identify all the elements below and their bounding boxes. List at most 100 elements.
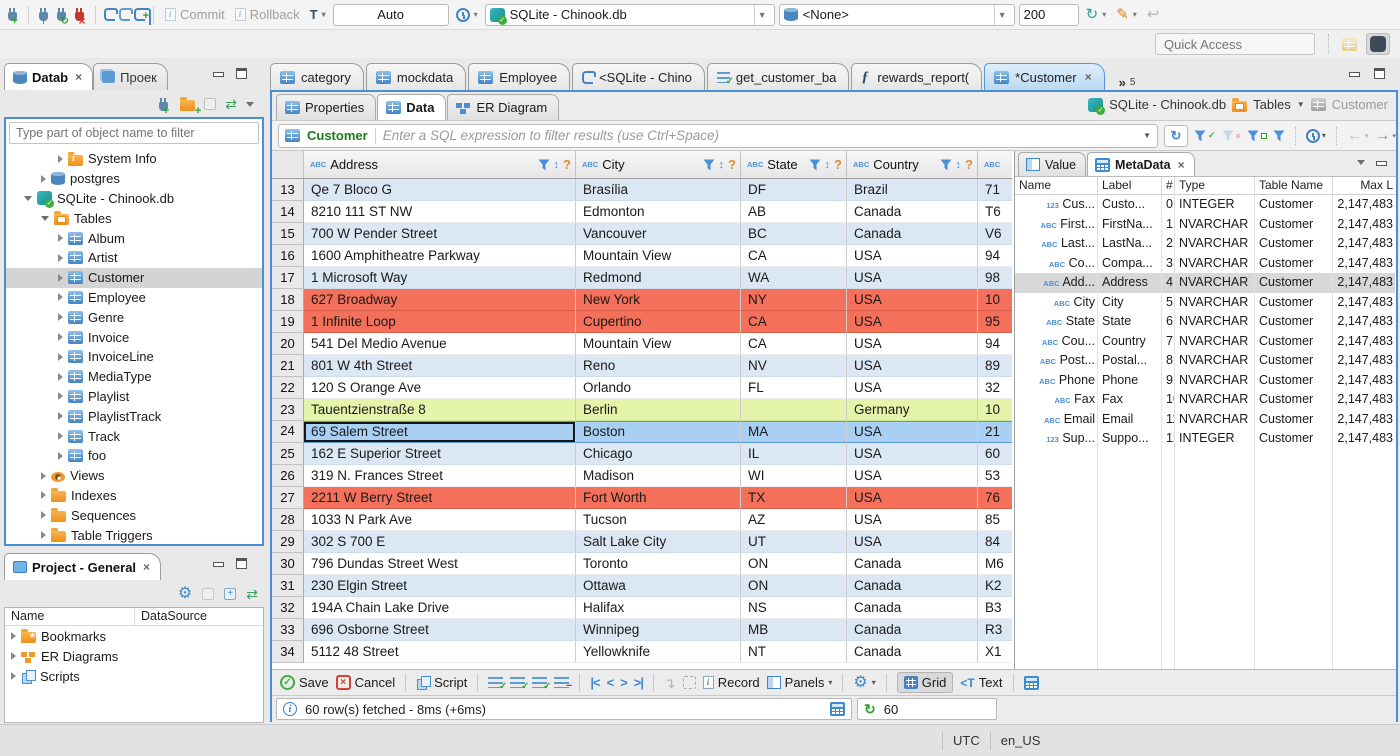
maximize-icon[interactable] <box>235 558 248 569</box>
custom-filter-icon[interactable] <box>1273 130 1285 142</box>
filter-help-icon[interactable]: ? <box>834 157 842 172</box>
expand-arrow-icon[interactable] <box>11 632 16 640</box>
tree-item-album[interactable]: Album <box>6 228 262 248</box>
tree-item-sequences[interactable]: Sequences <box>6 505 262 525</box>
expand-arrow-icon[interactable] <box>41 531 46 540</box>
cell-city[interactable]: Madison <box>576 465 741 487</box>
cell-country[interactable]: USA <box>847 267 978 289</box>
cell-address[interactable]: 2211 W Berry Street <box>304 487 576 509</box>
link-with-editor-icon[interactable]: ⇄ <box>246 587 258 601</box>
cell-state[interactable]: WA <box>741 267 847 289</box>
fetch-next-icon[interactable]: → ▾ <box>1374 127 1396 144</box>
expand-arrow-icon[interactable] <box>41 491 46 500</box>
cell-city[interactable]: Winnipeg <box>576 619 741 641</box>
new-sql-editor-icon[interactable] <box>134 8 151 25</box>
cell-country[interactable]: Canada <box>847 575 978 597</box>
sort-icon[interactable]: ↕ <box>825 159 831 171</box>
chevron-down-icon[interactable]: ▼ <box>1297 100 1305 109</box>
sql-editor-icon[interactable] <box>104 8 118 21</box>
cell-state[interactable]: ON <box>741 575 847 597</box>
tree-item-track[interactable]: Track <box>6 426 262 446</box>
tab-data[interactable]: Data <box>377 94 447 120</box>
cell-address[interactable]: 1 Infinite Loop <box>304 311 576 333</box>
tab-overflow[interactable]: » 5 <box>1119 75 1136 90</box>
perspective-main-icon[interactable] <box>1366 33 1390 55</box>
breadcrumb-connection[interactable]: SQLite - Chinook.db <box>1109 97 1226 112</box>
tree-item-views[interactable]: Views <box>6 466 262 486</box>
transaction-log-button[interactable]: T ▾ <box>307 5 329 24</box>
delete-row-icon[interactable]: − <box>554 677 572 692</box>
tree-item-employee[interactable]: Employee <box>6 288 262 308</box>
cell-address[interactable]: 194A Chain Lake Drive <box>304 597 576 619</box>
cell-address[interactable]: 1 Microsoft Way <box>304 267 576 289</box>
cell-country[interactable]: USA <box>847 377 978 399</box>
filter-funnel-icon[interactable] <box>538 159 550 171</box>
disconnect-icon[interactable] <box>75 8 90 28</box>
tree-item-indexes[interactable]: Indexes <box>6 486 262 506</box>
cell-country[interactable]: Canada <box>847 619 978 641</box>
tree-item-tables[interactable]: Tables <box>6 208 262 228</box>
cell-state[interactable]: NS <box>741 597 847 619</box>
cell-state[interactable]: CA <box>741 311 847 333</box>
cell-country[interactable]: Canada <box>847 201 978 223</box>
cell-country[interactable]: USA <box>847 487 978 509</box>
cell-country[interactable]: USA <box>847 355 978 377</box>
column-name[interactable]: Name <box>5 608 135 625</box>
perspective-editor-icon[interactable] <box>1337 33 1361 55</box>
cell-city[interactable]: Brasília <box>576 179 741 201</box>
cell-postalcode[interactable]: R3 <box>978 619 1012 641</box>
tree-item-table-triggers[interactable]: Table Triggers <box>6 525 262 544</box>
remove-filter-icon[interactable]: × <box>1222 130 1241 142</box>
meta-column--[interactable]: # <box>1162 177 1175 194</box>
cell-city[interactable]: Mountain View <box>576 333 741 355</box>
meta-row[interactable]: ABC First... FirstNa... 1 NVARCHAR Customer 2… <box>1015 214 1396 234</box>
cell-state[interactable]: AB <box>741 201 847 223</box>
cell-state[interactable]: DF <box>741 179 847 201</box>
editor-tab--sqlite-chino[interactable]: <SQLite - Chino <box>572 63 705 90</box>
cell-address[interactable]: 801 W 4th Street <box>304 355 576 377</box>
cell-state[interactable]: FL <box>741 377 847 399</box>
column-header-state[interactable]: ABC State ↕? <box>741 151 847 178</box>
gear-icon[interactable]: ⚙ <box>178 586 192 602</box>
filter-funnel-icon[interactable] <box>809 159 821 171</box>
view-menu-icon[interactable] <box>246 101 254 107</box>
cell-city[interactable]: Edmonton <box>576 201 741 223</box>
cell-state[interactable]: UT <box>741 531 847 553</box>
cell-postalcode[interactable]: K2 <box>978 575 1012 597</box>
tree-item-genre[interactable]: Genre <box>6 307 262 327</box>
breadcrumb-entity[interactable]: Customer <box>1332 97 1388 112</box>
cell-country[interactable]: USA <box>847 333 978 355</box>
cell-postalcode[interactable]: 94 <box>978 245 1012 267</box>
expand-arrow-icon[interactable] <box>58 253 63 262</box>
cell-address[interactable]: 5112 48 Street <box>304 641 576 663</box>
cell-postalcode[interactable]: 98 <box>978 267 1012 289</box>
cell-postalcode[interactable]: 89 <box>978 355 1012 377</box>
cell-postalcode[interactable]: 71 <box>978 179 1012 201</box>
cell-postalcode[interactable]: 32 <box>978 377 1012 399</box>
minimize-icon[interactable] <box>212 68 225 79</box>
panel-menu-icon[interactable] <box>1357 160 1365 165</box>
link-with-editor-icon[interactable]: ⇄ <box>225 97 237 111</box>
cell-address[interactable]: 69 Salem Street <box>304 421 576 443</box>
cell-state[interactable]: NT <box>741 641 847 663</box>
cell-city[interactable]: Chicago <box>576 443 741 465</box>
edit-mode-button[interactable]: ✎ ▾ <box>1113 5 1140 24</box>
meta-row[interactable]: ABC EmailEmail11NVARCHARCustomer2,147,48… <box>1015 409 1396 429</box>
script-button[interactable]: Script <box>416 675 467 690</box>
meta-row[interactable]: 123 Cus... Custo... 0 INTEGER Customer 2,147,… <box>1015 195 1396 215</box>
new-folder-icon[interactable] <box>180 97 201 117</box>
commit-button[interactable]: Commit <box>162 5 228 24</box>
column-header-country[interactable]: ABC Country ↕? <box>847 151 978 178</box>
cell-city[interactable]: Boston <box>576 421 741 443</box>
cell-country[interactable]: Brazil <box>847 179 978 201</box>
filter-funnel-icon[interactable] <box>703 159 715 171</box>
cell-country[interactable]: USA <box>847 509 978 531</box>
cell-state[interactable]: ON <box>741 553 847 575</box>
collapse-arrow-icon[interactable] <box>41 215 49 221</box>
editor-tab-employee[interactable]: Employee <box>468 63 571 90</box>
cell-country[interactable]: Canada <box>847 641 978 663</box>
cell-address[interactable]: 627 Broadway <box>304 289 576 311</box>
first-row-icon[interactable]: |< <box>590 675 600 690</box>
meta-row[interactable]: ABC Cou... Country 7 NVARCHAR Customer 2,147,… <box>1015 331 1396 351</box>
cell-state[interactable]: MA <box>741 421 847 443</box>
